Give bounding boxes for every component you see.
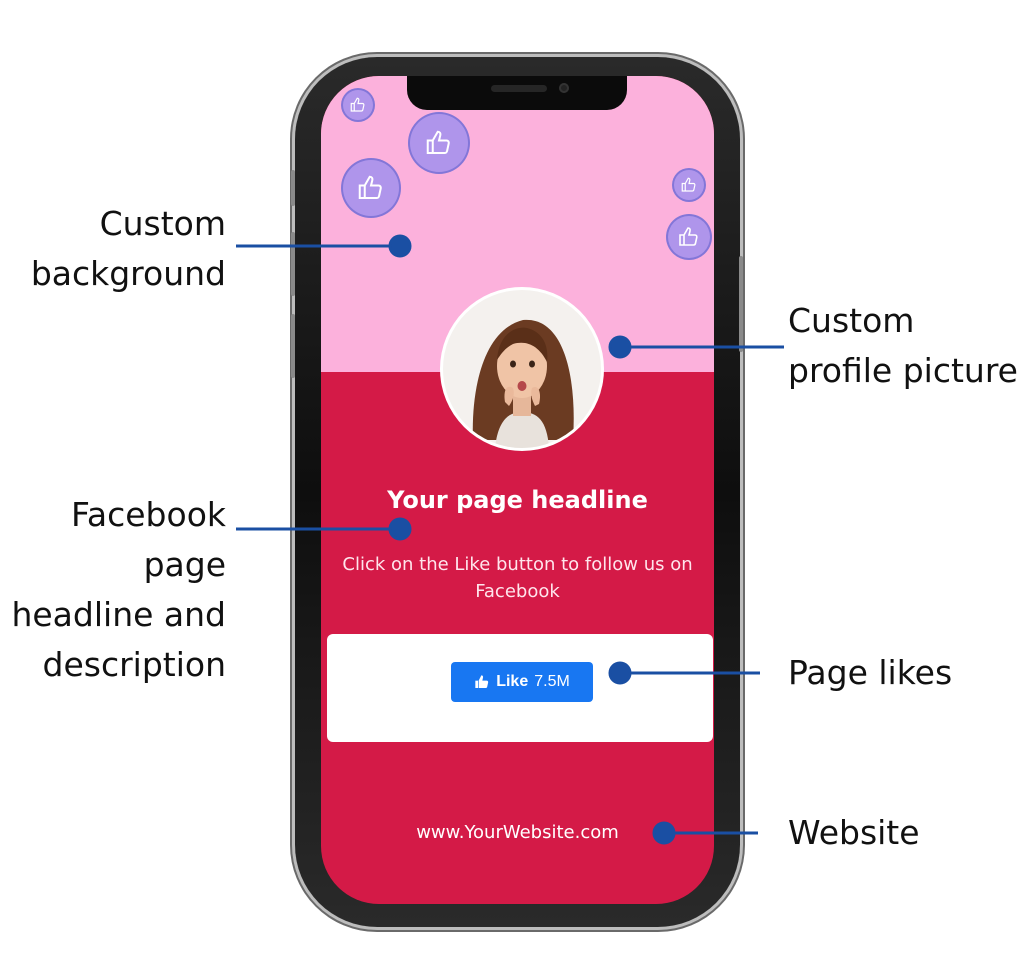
callout-line: Website	[788, 813, 920, 852]
like-button-label: Like	[496, 673, 529, 690]
callout-custom-profile-picture: Custom profile picture	[788, 296, 1018, 396]
callout-line: page	[143, 545, 226, 584]
page-description: Click on the Like button to follow us on…	[342, 554, 693, 602]
callout-line: profile picture	[788, 351, 1018, 390]
callout-line: Custom	[99, 204, 226, 243]
likes-card: Like 7.5M	[327, 634, 713, 742]
callout-line: Custom	[788, 301, 915, 340]
phone-side-button-volume-down	[291, 314, 295, 378]
like-count: 7.5M	[534, 673, 570, 690]
phone-notch	[407, 76, 627, 110]
callout-line: Page likes	[788, 653, 953, 692]
callout-line: description	[42, 645, 226, 684]
callout-line: headline and	[11, 595, 226, 634]
speaker-grille	[491, 85, 547, 92]
thumbs-up-icon	[341, 158, 401, 218]
front-camera	[559, 83, 569, 93]
callout-page-likes: Page likes	[788, 648, 952, 698]
thumbs-up-icon	[475, 675, 489, 688]
thumbs-up-icon	[672, 168, 706, 202]
website-link[interactable]: www.YourWebsite.com	[321, 822, 714, 843]
callout-custom-background: Custom background	[31, 199, 226, 299]
profile-picture	[443, 290, 601, 448]
callout-headline-description: Facebook page headline and description	[11, 490, 226, 690]
page-headline: Your page headline	[387, 486, 648, 514]
thumbs-up-icon	[341, 88, 375, 122]
phone-screen: Your page headline Click on the Like but…	[321, 76, 714, 904]
thumbs-up-icon	[666, 214, 712, 260]
phone-side-button-silent	[291, 170, 295, 206]
thumbs-up-icon	[408, 112, 470, 174]
callout-line: Facebook	[70, 495, 226, 534]
phone-side-button-volume-up	[291, 232, 295, 296]
woman-portrait	[443, 290, 601, 448]
callout-website: Website	[788, 808, 920, 858]
callout-line: background	[30, 254, 226, 293]
phone-side-button-power	[739, 256, 743, 352]
like-button[interactable]: Like 7.5M	[451, 662, 593, 702]
